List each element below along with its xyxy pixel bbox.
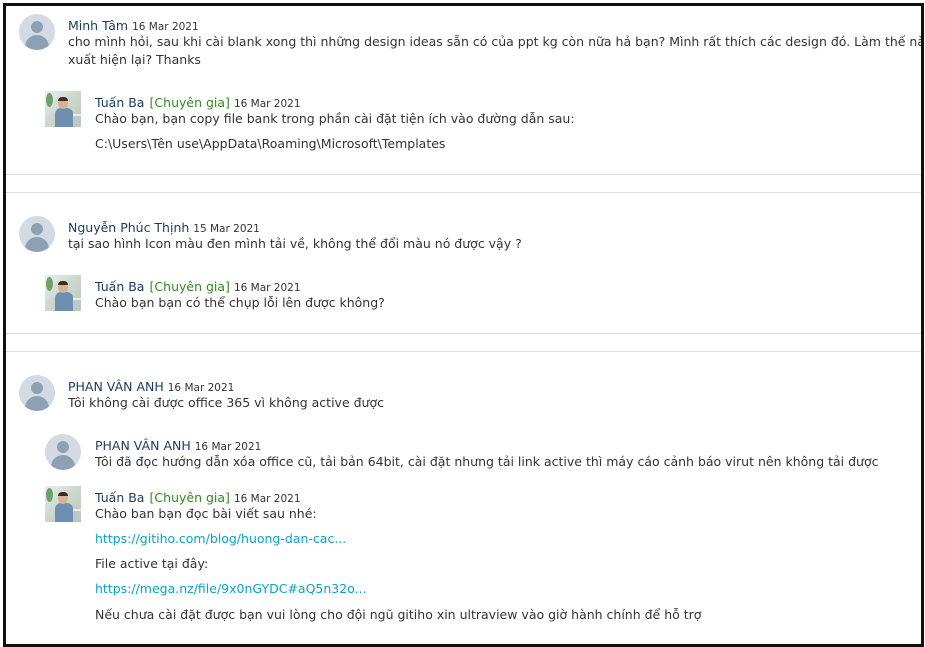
thread-divider [6, 174, 921, 193]
reply-meta: PHAN VÂN ANH 16 Mar 2021 [95, 435, 261, 454]
reply-text-line: Chào ban bạn đọc bài viết sau nhé: [95, 506, 317, 521]
expert-avatar[interactable] [45, 486, 81, 522]
reply-meta: Tuấn Ba [Chuyên gia] 16 Mar 2021 [95, 276, 301, 295]
reply-meta: Tuấn Ba [Chuyên gia] 16 Mar 2021 [95, 92, 301, 111]
comments-panel: Minh Tâm 16 Mar 2021 cho mình hỏi, sau kh… [3, 3, 924, 647]
comment-thread: Minh Tâm 16 Mar 2021 cho mình hỏi, sau kh… [6, 6, 921, 174]
author-name[interactable]: Minh Tâm [68, 18, 128, 33]
avatar[interactable] [45, 434, 81, 470]
reply-text-line: C:\Users\Tên use\AppData\Roaming\Microso… [95, 136, 446, 151]
comment-date: 16 Mar 2021 [233, 282, 301, 294]
comment-text-line: cho mình hỏi, sau khi cài blank xong thì… [68, 34, 924, 49]
author-name[interactable]: Tuấn Ba [95, 279, 144, 294]
expert-avatar[interactable] [45, 91, 81, 127]
author-name[interactable]: Tuấn Ba [95, 95, 144, 110]
expert-badge: [Chuyên gia] [149, 490, 230, 505]
reply-text-line: Chào bạn, bạn copy file bank trong phần … [95, 111, 575, 126]
author-name[interactable]: PHAN VÂN ANH [68, 379, 164, 394]
expert-badge: [Chuyên gia] [149, 279, 230, 294]
expert-avatar[interactable] [45, 275, 81, 311]
thread-divider [6, 333, 921, 352]
reply-text-line: Tôi đã đọc hướng dẫn xóa office cũ, tải … [95, 454, 879, 469]
reply-text-line: Chào bạn bạn có thể chụp lỗi lên được kh… [95, 295, 385, 310]
comment-text-line: xuất hiện lại? Thanks [68, 52, 201, 67]
reply-meta: Tuấn Ba [Chuyên gia] 16 Mar 2021 [95, 487, 301, 506]
comment-date: 16 Mar 2021 [167, 382, 235, 394]
reply-text-line: File active tại đây: [95, 556, 209, 571]
comment-text-line: Tôi không cài được office 365 vì không a… [68, 395, 384, 410]
comment-meta: Minh Tâm 16 Mar 2021 [68, 15, 199, 34]
comment-date: 16 Mar 2021 [132, 21, 199, 33]
comment-meta: Nguyễn Phúc Thịnh 15 Mar 2021 [68, 217, 260, 236]
comment-thread: Nguyễn Phúc Thịnh 15 Mar 2021 tại sao hìn… [6, 193, 921, 333]
comment-date: 15 Mar 2021 [193, 223, 260, 235]
reply-link[interactable]: https://mega.nz/file/9x0nGYDC#aQ5n32o... [95, 580, 367, 598]
author-name[interactable]: Tuấn Ba [95, 490, 144, 505]
comment-text-line: tại sao hình Icon màu đen mình tải về, k… [68, 236, 522, 251]
author-name[interactable]: PHAN VÂN ANH [95, 438, 191, 453]
comment-date: 16 Mar 2021 [194, 441, 262, 453]
avatar[interactable] [19, 216, 55, 252]
avatar[interactable] [19, 14, 55, 50]
expert-badge: [Chuyên gia] [149, 95, 230, 110]
comment-thread: PHAN VÂN ANH 16 Mar 2021 Tôi không cài đư… [6, 352, 921, 644]
avatar[interactable] [19, 375, 55, 411]
comment-date: 16 Mar 2021 [233, 493, 301, 505]
comment-meta: PHAN VÂN ANH 16 Mar 2021 [68, 376, 234, 395]
reply-link[interactable]: https://gitiho.com/blog/huong-dan-cac... [95, 530, 346, 548]
author-name[interactable]: Nguyễn Phúc Thịnh [68, 220, 189, 235]
comment-date: 16 Mar 2021 [233, 98, 301, 110]
reply-text-line: Nếu chưa cài đặt được bạn vui lòng cho đ… [95, 607, 702, 622]
